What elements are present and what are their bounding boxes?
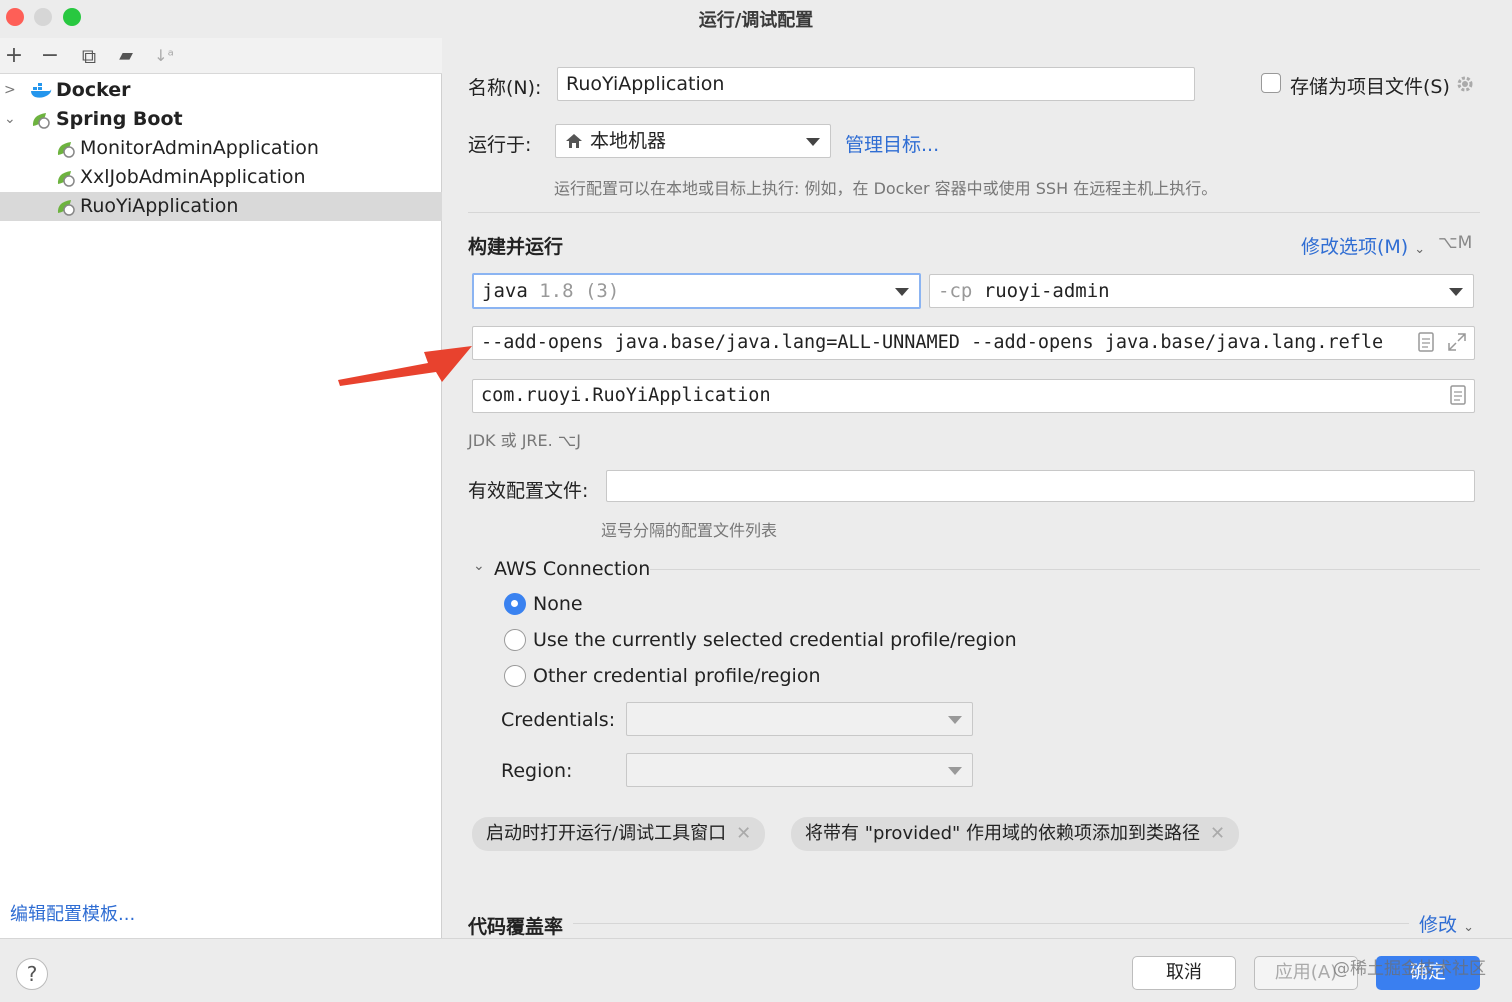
classpath-module-select[interactable]: -cp ruoyi-admin bbox=[929, 274, 1474, 308]
tree-toolbar: + − ⧉ ▰ ↓ᵃ bbox=[0, 38, 442, 74]
run-on-label: 运行于: bbox=[468, 134, 532, 156]
aws-current-profile-radio[interactable] bbox=[504, 629, 526, 651]
tree-item-monitor-admin[interactable]: MonitorAdminApplication bbox=[0, 134, 442, 163]
watermark-text: @稀土掘金技术社区 bbox=[1333, 959, 1486, 979]
move-to-folder-icon[interactable]: ▰ bbox=[114, 44, 138, 68]
window-title: 运行/调试配置 bbox=[698, 10, 814, 31]
modify-options-link[interactable]: 修改选项(M) ⌄ bbox=[1301, 232, 1425, 259]
active-profiles-label: 有效配置文件: bbox=[468, 480, 589, 502]
code-coverage-heading: 代码覆盖率 bbox=[468, 916, 564, 938]
chevron-right-icon[interactable]: > bbox=[4, 76, 18, 105]
sort-configs-icon[interactable]: ↓ᵃ bbox=[152, 44, 176, 68]
run-on-hint: 运行配置可以在本地或目标上执行: 例如，在 Docker 容器中或使用 SSH … bbox=[554, 179, 1218, 198]
coverage-divider bbox=[573, 923, 1409, 924]
chevron-down-icon bbox=[806, 138, 820, 146]
close-icon[interactable]: ✕ bbox=[736, 823, 751, 844]
chevron-down-icon bbox=[1449, 288, 1463, 296]
spring-boot-run-icon bbox=[57, 171, 75, 187]
option-chip-add-provided-deps[interactable]: 将带有 "provided" 作用域的依赖项添加到类路径 ✕ bbox=[791, 817, 1240, 851]
tree-item-label: MonitorAdminApplication bbox=[80, 137, 319, 159]
annotation-arrow bbox=[338, 346, 472, 386]
build-and-run-heading: 构建并运行 bbox=[468, 236, 564, 258]
aws-other-profile-radio[interactable] bbox=[504, 665, 526, 687]
tree-item-docker[interactable]: > Docker bbox=[0, 76, 442, 105]
option-chip-open-tool-window[interactable]: 启动时打开运行/调试工具窗口 ✕ bbox=[472, 817, 766, 851]
option-chip-label: 启动时打开运行/调试工具窗口 bbox=[486, 823, 727, 844]
spring-boot-run-icon bbox=[57, 200, 75, 216]
tree-item-spring-boot[interactable]: ⌄ Spring Boot bbox=[0, 105, 442, 134]
aws-option-label: Use the currently selected credential pr… bbox=[533, 629, 1017, 651]
config-tree-panel: + − ⧉ ▰ ↓ᵃ > Docker ⌄ Spring Boot Monito… bbox=[0, 38, 442, 938]
tree-item-label: XxlJobAdminApplication bbox=[80, 166, 306, 188]
vm-options-input[interactable]: --add-opens java.base/java.lang=ALL-UNNA… bbox=[472, 326, 1475, 360]
cancel-button[interactable]: 取消 bbox=[1132, 956, 1236, 990]
help-button[interactable]: ? bbox=[16, 958, 48, 990]
coverage-modify-label: 修改 bbox=[1419, 914, 1458, 936]
chevron-down-icon: ⌄ bbox=[1463, 920, 1474, 935]
spring-boot-icon bbox=[32, 113, 50, 129]
manage-targets-link[interactable]: 管理目标... bbox=[845, 130, 939, 157]
document-icon[interactable] bbox=[1449, 385, 1467, 405]
aws-divider bbox=[650, 569, 1480, 570]
chevron-down-icon bbox=[895, 288, 909, 296]
tree-item-ruoyi-application[interactable]: RuoYiApplication bbox=[0, 192, 442, 221]
name-label: 名称(N): bbox=[468, 77, 542, 99]
store-as-project-file-checkbox[interactable] bbox=[1261, 73, 1281, 93]
aws-connection-heading[interactable]: AWS Connection bbox=[494, 558, 650, 580]
remove-config-icon[interactable]: − bbox=[38, 44, 62, 68]
run-on-value: 本地机器 bbox=[590, 130, 667, 152]
main-class-input[interactable]: com.ruoyi.RuoYiApplication bbox=[472, 379, 1475, 413]
document-icon[interactable] bbox=[1417, 332, 1435, 352]
chevron-down-icon bbox=[948, 767, 962, 775]
gear-icon[interactable] bbox=[1455, 74, 1475, 94]
jdk-version: 1.8 (3) bbox=[539, 280, 620, 302]
modify-options-shortcut: ⌥M bbox=[1438, 233, 1473, 253]
jdk-select[interactable]: java 1.8 (3) bbox=[472, 273, 921, 309]
copy-config-icon[interactable]: ⧉ bbox=[77, 44, 101, 68]
jdk-name: java bbox=[482, 280, 528, 302]
edit-configuration-templates-link[interactable]: 编辑配置模板... bbox=[10, 900, 135, 926]
add-config-icon[interactable]: + bbox=[2, 44, 26, 68]
aws-none-radio[interactable] bbox=[504, 593, 526, 615]
region-label: Region: bbox=[501, 760, 573, 782]
tree-item-label: Docker bbox=[56, 79, 131, 101]
config-form-panel: 名称(N): RuoYiApplication 存储为项目文件(S) 运行于: … bbox=[443, 38, 1505, 938]
tree-item-xxljob-admin[interactable]: XxlJobAdminApplication bbox=[0, 163, 442, 192]
active-profiles-hint: 逗号分隔的配置文件列表 bbox=[601, 521, 778, 540]
credentials-select[interactable] bbox=[626, 702, 973, 736]
docker-icon bbox=[31, 83, 52, 98]
store-as-project-file-label: 存储为项目文件(S) bbox=[1290, 76, 1450, 98]
home-icon bbox=[566, 134, 582, 148]
aws-option-label: Other credential profile/region bbox=[533, 665, 821, 687]
run-on-select[interactable]: 本地机器 bbox=[555, 124, 831, 158]
chevron-down-icon: ⌄ bbox=[1414, 242, 1426, 257]
credentials-label: Credentials: bbox=[501, 709, 616, 731]
section-divider bbox=[468, 212, 1480, 213]
expand-icon[interactable] bbox=[1447, 332, 1467, 352]
aws-option-label: None bbox=[533, 593, 583, 615]
chevron-down-icon bbox=[948, 716, 962, 724]
close-icon[interactable]: ✕ bbox=[1210, 823, 1225, 844]
classpath-prefix: -cp bbox=[938, 280, 973, 302]
chevron-down-icon[interactable]: ⌄ bbox=[4, 105, 18, 134]
spring-boot-run-icon bbox=[57, 142, 75, 158]
modify-options-label: 修改选项(M) bbox=[1301, 236, 1409, 258]
tree-item-label: Spring Boot bbox=[56, 108, 183, 130]
coverage-modify-link[interactable]: 修改 ⌄ bbox=[1419, 910, 1474, 937]
option-chip-label: 将带有 "provided" 作用域的依赖项添加到类路径 bbox=[805, 823, 1201, 844]
tree-item-label: RuoYiApplication bbox=[80, 195, 239, 217]
active-profiles-input[interactable] bbox=[606, 470, 1475, 502]
name-input[interactable]: RuoYiApplication bbox=[557, 67, 1195, 101]
window-titlebar: 运行/调试配置 bbox=[0, 0, 1512, 36]
jdk-hint: JDK 或 JRE. ⌥J bbox=[468, 431, 581, 450]
region-select[interactable] bbox=[626, 753, 973, 787]
classpath-module-value: ruoyi-admin bbox=[983, 280, 1110, 302]
chevron-down-icon[interactable]: ⌄ bbox=[473, 558, 485, 574]
